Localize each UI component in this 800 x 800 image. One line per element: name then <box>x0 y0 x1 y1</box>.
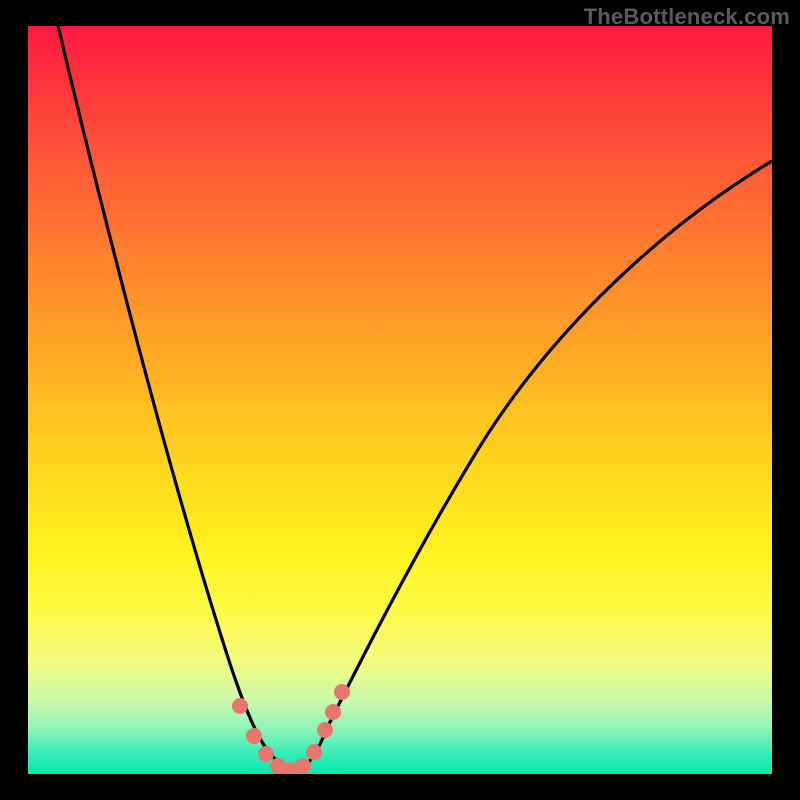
watermark-text: TheBottleneck.com <box>584 4 790 30</box>
curve-layer <box>28 26 772 774</box>
bottleneck-curve <box>58 26 772 770</box>
chart-container: TheBottleneck.com <box>0 0 800 800</box>
plot-area <box>28 26 772 774</box>
curve-markers <box>232 684 350 774</box>
